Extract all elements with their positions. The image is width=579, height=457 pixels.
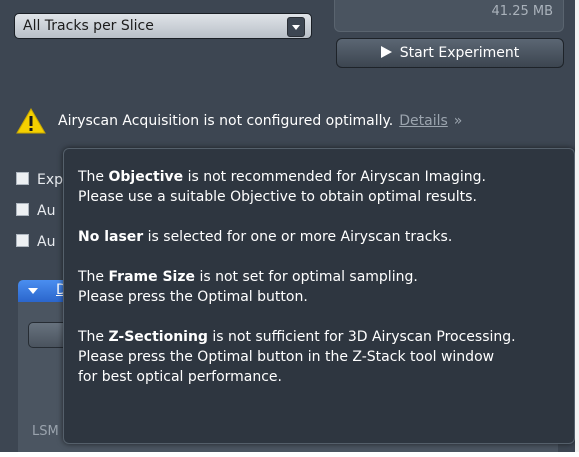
checkbox-row-2[interactable]: Au	[16, 203, 55, 219]
checkbox-2[interactable]	[16, 203, 29, 216]
tooltip-text: The	[78, 269, 109, 285]
tooltip-bold-term: Objective	[108, 169, 184, 185]
checkbox-1[interactable]	[16, 172, 29, 185]
tooltip-text: is selected for one or more Airyscan tra…	[143, 229, 453, 245]
acquisition-panel: 41.25 MB All Tracks per Slice Start Expe…	[0, 0, 575, 452]
tooltip-text: The	[78, 169, 109, 185]
tooltip-text: Please press the Optimal button.	[78, 289, 308, 305]
collapse-triangle-icon[interactable]	[28, 288, 38, 294]
checkbox-3-label: Au	[37, 234, 56, 250]
tooltip-text: The	[78, 329, 109, 345]
checkbox-2-label: Au	[37, 203, 56, 219]
tooltip-text: for best optical performance.	[78, 369, 282, 385]
checkbox-row-3[interactable]: Au	[16, 234, 55, 250]
track-mode-value: All Tracks per Slice	[23, 18, 154, 34]
tooltip-bold-term: Frame Size	[108, 269, 196, 285]
tooltip-z-sectioning: The Z-Sectioning is not sufficient for 3…	[78, 327, 560, 387]
tooltip-bold-term: No laser	[78, 229, 144, 245]
tooltip-frame-size: The Frame Size is not set for optimal sa…	[78, 267, 560, 307]
data-size-readout: 41.25 MB	[334, 0, 564, 32]
warning-triangle-icon	[16, 108, 46, 134]
details-chevron-icon[interactable]: »	[454, 113, 463, 129]
airyscan-warning-message: Airyscan Acquisition is not configured o…	[58, 113, 462, 129]
checkbox-row-1[interactable]: Exp	[16, 172, 63, 188]
warning-text: Airyscan Acquisition is not configured o…	[58, 113, 394, 129]
window-edge	[575, 0, 579, 452]
tooltip-laser: No laser is selected for one or more Air…	[78, 227, 560, 247]
start-experiment-label: Start Experiment	[399, 45, 520, 61]
tooltip-text: is not set for optimal sampling.	[195, 269, 418, 285]
tooltip-objective: The Objective is not recommended for Air…	[78, 167, 560, 207]
lsm-label: LSM	[32, 424, 59, 439]
play-icon	[380, 46, 392, 58]
tooltip-bold-term: Z-Sectioning	[108, 329, 208, 345]
chevron-down-icon[interactable]	[287, 17, 305, 37]
details-link[interactable]: Details	[399, 113, 448, 129]
tooltip-text: Please use a suitable Objective to obtai…	[78, 189, 477, 205]
tooltip-text: is not sufficient for 3D Airyscan Proces…	[207, 329, 516, 345]
details-tooltip: The Objective is not recommended for Air…	[63, 148, 575, 444]
data-size-value: 41.25 MB	[491, 4, 553, 19]
track-mode-dropdown[interactable]: All Tracks per Slice	[14, 13, 312, 39]
tooltip-text: Please press the Optimal button in the Z…	[78, 349, 495, 365]
tooltip-text: is not recommended for Airyscan Imaging.	[183, 169, 486, 185]
checkbox-3[interactable]	[16, 234, 29, 247]
checkbox-1-label: Exp	[37, 172, 64, 188]
start-experiment-button[interactable]: Start Experiment	[336, 38, 564, 68]
